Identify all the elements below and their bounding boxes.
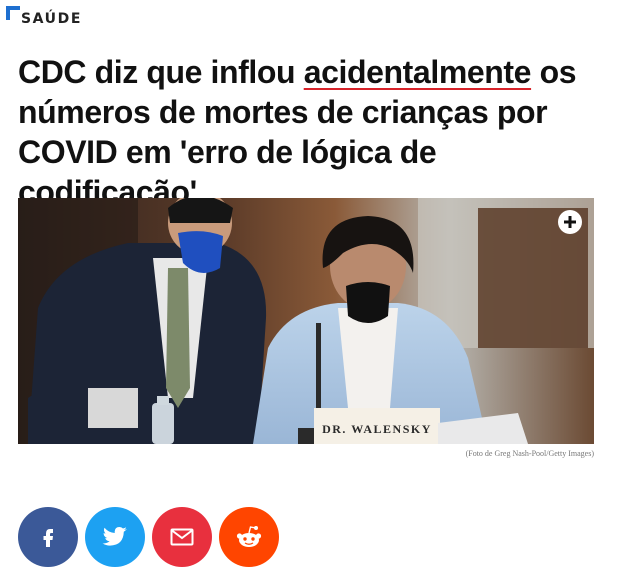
twitter-icon [102, 527, 127, 546]
name-placard-text: DR. WALENSKY [322, 422, 432, 436]
facebook-icon [43, 529, 53, 547]
reddit-icon [236, 526, 262, 547]
share-reddit-button[interactable] [219, 507, 279, 567]
article-headline: CDC diz que inflou acidentalmente os núm… [18, 52, 608, 212]
headline-text-start: CDC diz que inflou [18, 54, 304, 90]
section-tag[interactable]: SAÚDE [6, 6, 82, 26]
share-facebook-button[interactable] [18, 507, 78, 567]
expand-image-button[interactable] [558, 210, 582, 234]
mail-icon [170, 528, 194, 546]
section-corner-mark [6, 6, 20, 20]
plus-icon [564, 216, 576, 228]
section-label: SAÚDE [21, 11, 83, 27]
share-buttons [18, 507, 279, 567]
article-photo[interactable]: DR. WALENSKY [18, 198, 594, 444]
share-email-button[interactable] [152, 507, 212, 567]
photo-illustration: DR. WALENSKY [18, 198, 594, 444]
headline-underlined-word: acidentalmente [303, 54, 532, 90]
share-twitter-button[interactable] [85, 507, 145, 567]
photo-caption: (Foto de Greg Nash-Pool/Getty Images) [465, 449, 594, 458]
